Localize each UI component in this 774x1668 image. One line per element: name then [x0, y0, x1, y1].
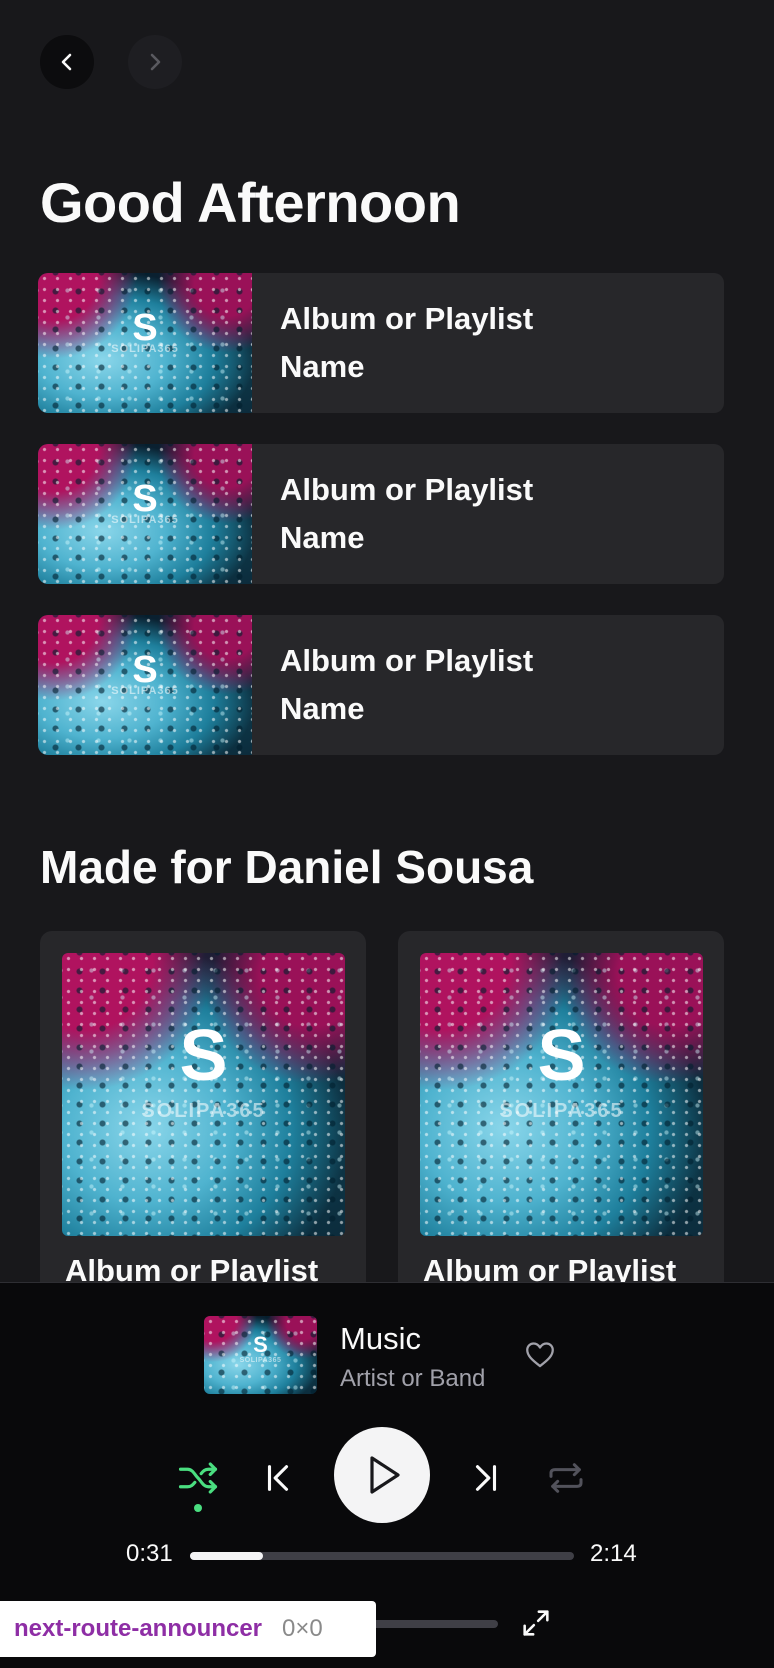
shuffle-icon [178, 1462, 218, 1494]
album-cover: S SOLIPA365 [420, 953, 703, 1236]
quick-pick-label: Album or Playlist Name [280, 301, 534, 384]
chevron-left-icon [61, 53, 72, 71]
album-cover: S SOLIPA365 [38, 444, 252, 584]
track-title: Music [340, 1321, 421, 1356]
shuffle-active-indicator [194, 1504, 202, 1512]
heart-icon [526, 1342, 554, 1368]
album-cover: S SOLIPA365 [38, 273, 252, 413]
track-artist: Artist or Band [340, 1365, 486, 1392]
forward-button[interactable] [128, 35, 182, 89]
overlay-element-size: 0×0 [282, 1615, 323, 1642]
current-time: 0:31 [126, 1540, 173, 1567]
repeat-button[interactable] [543, 1455, 589, 1501]
album-cover: S SOLIPA365 [38, 615, 252, 755]
main-content: Good Afternoon S SOLIPA365 Album or Play… [0, 0, 774, 1282]
skip-forward-icon [475, 1465, 497, 1491]
shuffle-button[interactable] [175, 1455, 221, 1501]
quick-pick-item[interactable]: S SOLIPA365 Album or Playlist Name [38, 273, 724, 413]
progress-fill [190, 1552, 263, 1560]
next-button[interactable] [466, 1453, 506, 1503]
duration: 2:14 [590, 1540, 637, 1567]
quick-pick-item[interactable]: S SOLIPA365 Album or Playlist Name [38, 444, 724, 584]
fullscreen-button[interactable] [516, 1603, 556, 1643]
card-label: Album or Playlist [65, 1253, 319, 1282]
quick-pick-label: Album or Playlist Name [280, 643, 534, 726]
now-playing-cover: S SOLIPA365 [204, 1316, 317, 1394]
section-title: Made for Daniel Sousa [40, 841, 534, 893]
card-label: Album or Playlist [423, 1253, 677, 1282]
skip-back-icon [267, 1465, 289, 1491]
overlay-element-name: next-route-announcer [14, 1615, 263, 1642]
route-announcer-overlay: next-route-announcer 0×0 [0, 1601, 376, 1657]
back-button[interactable] [40, 35, 94, 89]
album-cover: S SOLIPA365 [62, 953, 345, 1236]
playlist-card[interactable]: S SOLIPA365 Album or Playlist [398, 931, 724, 1282]
play-button[interactable] [334, 1427, 430, 1523]
greeting-heading: Good Afternoon [40, 171, 461, 234]
like-button[interactable] [520, 1334, 560, 1374]
playlist-card[interactable]: S SOLIPA365 Album or Playlist [40, 931, 366, 1282]
repeat-icon [549, 1463, 583, 1493]
quick-pick-label: Album or Playlist Name [280, 472, 534, 555]
progress-bar[interactable] [190, 1552, 574, 1560]
quick-pick-item[interactable]: S SOLIPA365 Album or Playlist Name [38, 615, 724, 755]
chevron-right-icon [150, 53, 161, 71]
play-icon [370, 1456, 400, 1494]
previous-button[interactable] [258, 1453, 298, 1503]
expand-icon [523, 1610, 549, 1636]
